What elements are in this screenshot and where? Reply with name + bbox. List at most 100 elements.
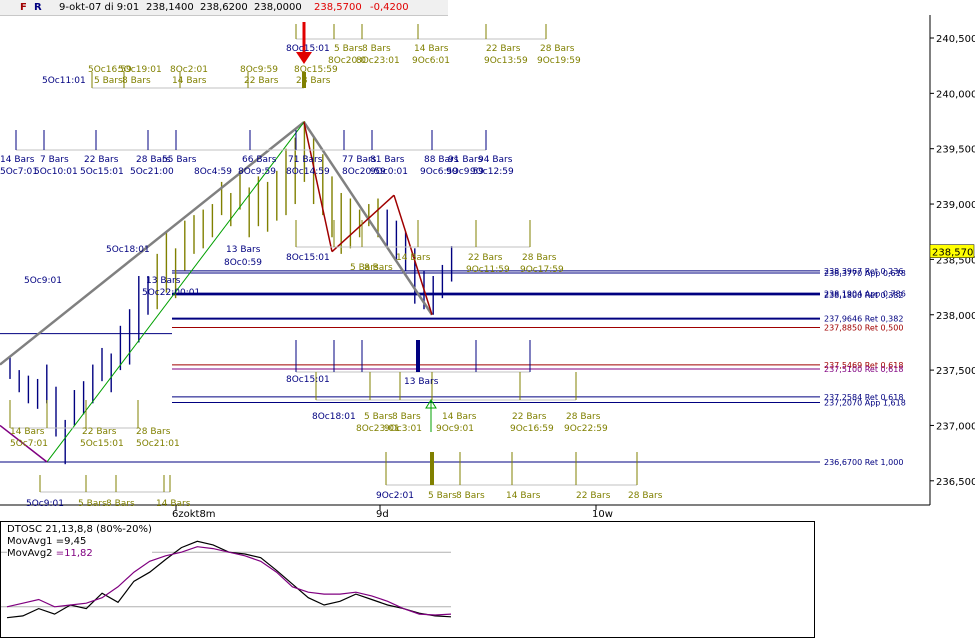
time-label: 8 Bars: [362, 44, 391, 54]
time-label: 9Oc0:01: [370, 167, 408, 177]
time-label: 5Oc22:00:01: [142, 288, 200, 298]
time-label: 5 Bars: [94, 76, 123, 86]
price-chart[interactable]: 240,500240,000239,500239,000238,500238,0…: [0, 0, 975, 521]
price-tick-label: 236,500: [936, 477, 975, 488]
time-label: 9Oc11:59: [466, 265, 510, 275]
time-label: 14 Bars: [172, 76, 207, 86]
time-label: 8Oc15:01: [286, 253, 330, 263]
time-label: 14 Bars: [156, 499, 191, 509]
time-label: 13 Bars: [146, 276, 181, 286]
time-label: 22 Bars: [84, 155, 119, 165]
time-label: 5Oc15:01: [80, 439, 124, 449]
time-label: 9Oc6:01: [412, 56, 450, 66]
fib-level-label: 238,3770 App 0,618: [824, 269, 906, 278]
time-label: 5Oc11:01: [42, 76, 86, 86]
time-label: 5Oc19:01: [118, 65, 162, 75]
time-label: 5Oc7:01: [0, 167, 38, 177]
time-label: 5Oc18:01: [106, 245, 150, 255]
last-price-label: 238,570: [932, 248, 973, 259]
time-label: 5Oc9:01: [24, 276, 62, 286]
time-label: 5 Bars: [364, 412, 393, 422]
time-label: 94 Bars: [478, 155, 513, 165]
time-label: 22 Bars: [512, 412, 547, 422]
time-label: 71 Bars: [288, 155, 323, 165]
fib-level-label: 237,9646 Ret 0,382: [824, 315, 903, 324]
time-label: 9Oc3:01: [384, 424, 422, 434]
time-label: 8 Bars: [122, 76, 151, 86]
time-label: 5 Bars: [334, 44, 363, 54]
time-label: 8Oc9:59: [240, 65, 278, 75]
time-label: 14 Bars: [396, 253, 431, 263]
time-label: 8 Bars: [106, 499, 135, 509]
time-label: 8 Bars: [364, 263, 393, 273]
time-tick-label: 10w: [592, 509, 613, 520]
time-label: 8Oc9:59: [238, 167, 276, 177]
time-label: 66 Bars: [242, 155, 277, 165]
time-label: 28 Bars: [136, 427, 171, 437]
fib-level-label: 238,1800 Ret 0,382: [824, 291, 903, 300]
movavg2-legend: MovAvg2 =11,82: [7, 548, 93, 559]
time-label: 8Oc2:01: [170, 65, 208, 75]
time-label: 14 Bars: [442, 412, 477, 422]
time-label: 8 Bars: [456, 491, 485, 501]
time-label: 8Oc0:59: [224, 258, 262, 268]
indicator-title: DTOSC 21,13,8,8 (80%-20%): [7, 524, 152, 535]
time-label: 14 Bars: [506, 491, 541, 501]
time-label: 9Oc9:01: [436, 424, 474, 434]
time-label: 5Oc21:00: [130, 167, 174, 177]
time-label: 28 Bars: [566, 412, 601, 422]
fib-level-label: 236,6700 Ret 1,000: [824, 458, 903, 467]
time-label: 13 Bars: [226, 245, 261, 255]
price-tick-label: 240,000: [936, 89, 975, 100]
price-tick-label: 239,000: [936, 200, 975, 211]
time-label: 8Oc18:01: [312, 412, 356, 422]
time-label: 9Oc13:59: [484, 56, 528, 66]
time-label: 8 Bars: [392, 412, 421, 422]
indicator-panel[interactable]: DTOSC 21,13,8,8 (80%-20%) MovAvg1 =9,45 …: [0, 521, 815, 638]
movavg1-legend: MovAvg1 =9,45: [7, 536, 87, 547]
time-label: 55 Bars: [162, 155, 197, 165]
time-label: 22 Bars: [82, 427, 117, 437]
fib-level-label: 237,5100 Ret 0,618: [824, 365, 903, 374]
time-label: 81 Bars: [370, 155, 405, 165]
price-tick-label: 239,500: [936, 145, 975, 156]
time-label: 8Oc4:59: [194, 167, 232, 177]
time-label: 28 Bars: [296, 76, 331, 86]
time-label: 22 Bars: [244, 76, 279, 86]
price-tick-label: 240,500: [936, 34, 975, 45]
time-label: 9Oc22:59: [564, 424, 608, 434]
time-label: 22 Bars: [486, 44, 521, 54]
time-label: 14 Bars: [414, 44, 449, 54]
time-label: 14 Bars: [0, 155, 35, 165]
time-label: 22 Bars: [468, 253, 503, 263]
time-label: 8Oc14:59: [286, 167, 330, 177]
indicator-legend: DTOSC 21,13,8,8 (80%-20%) MovAvg1 =9,45 …: [7, 524, 152, 560]
time-label: 9Oc12:59: [470, 167, 514, 177]
price-tick-label: 237,000: [936, 421, 975, 432]
time-label: 5Oc15:01: [80, 167, 124, 177]
time-label: 28 Bars: [628, 491, 663, 501]
time-label: 9Oc19:59: [537, 56, 581, 66]
time-label: 13 Bars: [404, 377, 439, 387]
time-label: 28 Bars: [540, 44, 575, 54]
time-label: 5 Bars: [78, 499, 107, 509]
price-tick-label: 238,000: [936, 311, 975, 322]
time-label: 5Oc7:01: [10, 439, 48, 449]
time-label: 14 Bars: [10, 427, 45, 437]
time-tick-label: 6zokt8m: [172, 509, 216, 520]
time-label: 8Oc15:01: [286, 375, 330, 385]
time-label: 8Oc15:59: [294, 65, 338, 75]
time-label: 28 Bars: [522, 253, 557, 263]
time-label: 9Oc16:59: [510, 424, 554, 434]
time-tick-label: 9d: [376, 509, 389, 520]
time-label: 8Oc23:01: [356, 56, 400, 66]
time-label: 5Oc21:01: [136, 439, 180, 449]
fib-level-label: 237,8850 Ret 0,500: [824, 323, 903, 332]
time-label: 8Oc15:01: [286, 44, 330, 54]
time-label: 7 Bars: [40, 155, 69, 165]
time-label: 9Oc17:59: [520, 265, 564, 275]
time-label: 5Oc10:01: [34, 167, 78, 177]
time-label: 5Oc9:01: [26, 499, 64, 509]
time-label: 9Oc2:01: [376, 491, 414, 501]
price-tick-label: 237,500: [936, 366, 975, 377]
